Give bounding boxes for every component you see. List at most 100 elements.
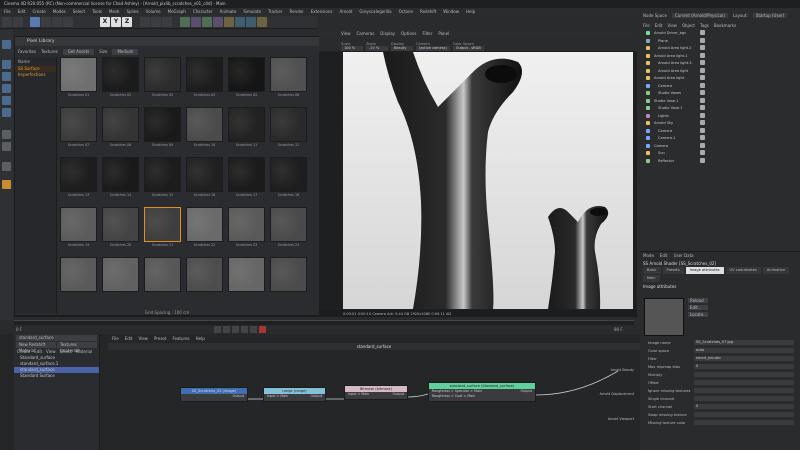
tree-item-selected[interactable]: SS Surface Imperfections bbox=[15, 66, 56, 77]
object-tag-icon[interactable] bbox=[700, 75, 705, 80]
object-row[interactable]: Arnold Driver_bgc bbox=[640, 30, 800, 36]
image-node[interactable]: SS_Scratches_02 (image) Output bbox=[180, 387, 248, 402]
roughness-coat-input[interactable]: Roughness > Coat > Main bbox=[432, 394, 475, 398]
subdivision-icon[interactable] bbox=[202, 17, 212, 27]
texture-thumbnail[interactable]: Scratches 13 bbox=[60, 157, 97, 198]
object-tag-icon[interactable] bbox=[700, 97, 705, 103]
texture-thumbnail[interactable]: Scratches 14 bbox=[102, 157, 139, 198]
texture-thumbnail[interactable]: Scratches 08 bbox=[102, 107, 139, 148]
attribute-value[interactable]: 0 bbox=[694, 364, 794, 369]
texture-thumbnail[interactable]: Scratches 17 bbox=[228, 157, 265, 198]
menu-item-animate[interactable]: Animate bbox=[220, 8, 237, 16]
redo-icon[interactable] bbox=[13, 17, 23, 27]
live-selection-icon[interactable] bbox=[30, 17, 40, 27]
render-image[interactable] bbox=[343, 52, 633, 309]
menu-item-spline[interactable]: Spline bbox=[126, 8, 138, 16]
texture-thumbnail[interactable]: Scratches 07 bbox=[60, 107, 97, 148]
attr-menu-user-data[interactable]: User Data bbox=[674, 252, 694, 260]
tab-image-attributes[interactable]: Image attributes bbox=[685, 267, 724, 274]
polygons-mode-icon[interactable] bbox=[2, 108, 11, 117]
viewport-menu-filter[interactable]: Filter bbox=[422, 30, 432, 37]
menu-item-redshift[interactable]: Redshift bbox=[420, 8, 436, 16]
attribute-value[interactable] bbox=[694, 380, 794, 385]
pen-icon[interactable] bbox=[191, 17, 201, 27]
roughness-specular-input[interactable]: Roughness > Specular > Main bbox=[432, 389, 482, 393]
menu-item-window[interactable]: Window bbox=[443, 8, 459, 16]
attribute-value[interactable]: SS_Scratches_07.jpg bbox=[694, 340, 794, 345]
standard-surface-node[interactable]: standard_surface (Standard_surface) Roug… bbox=[428, 382, 536, 402]
model-mode-icon[interactable] bbox=[2, 60, 11, 69]
range-node-output[interactable]: Output bbox=[311, 394, 322, 399]
object-tag-icon[interactable] bbox=[700, 142, 705, 148]
texture-thumbnail[interactable] bbox=[228, 257, 265, 298]
attribute-value[interactable] bbox=[694, 396, 794, 401]
attribute-value[interactable] bbox=[694, 388, 794, 393]
attr-menu-edit[interactable]: Edit bbox=[660, 252, 668, 260]
menu-item-help[interactable]: Help bbox=[466, 8, 475, 16]
texture-mode-icon[interactable] bbox=[2, 72, 11, 81]
material-item[interactable]: Standard Surface bbox=[14, 373, 99, 379]
object-tag-icon[interactable] bbox=[700, 30, 705, 35]
object-row[interactable]: Plane bbox=[640, 37, 800, 44]
deformer-icon[interactable] bbox=[224, 17, 234, 27]
menu-item-file[interactable]: File bbox=[4, 8, 11, 16]
attribute-value[interactable] bbox=[694, 372, 794, 377]
object-tag-icon[interactable] bbox=[700, 112, 705, 118]
tab-basic[interactable]: Basic bbox=[643, 267, 661, 274]
bitmask-node[interactable]: Bitmask (bitmask) Input > Main Output bbox=[344, 385, 408, 400]
object-row[interactable]: Arnold Area light.1 bbox=[640, 52, 800, 59]
object-menu-view[interactable]: View bbox=[667, 22, 677, 29]
texture-thumbnail[interactable] bbox=[60, 257, 97, 298]
snap-icon[interactable] bbox=[2, 142, 11, 151]
make-editable-icon[interactable] bbox=[2, 40, 11, 49]
tab-uv-coordinates[interactable]: UV coordinates bbox=[725, 267, 761, 274]
menu-item-volume[interactable]: Volume bbox=[146, 8, 161, 16]
menu-item-simulate[interactable]: Simulate bbox=[243, 8, 261, 16]
arnold-beauty-port[interactable]: Arnold Beauty bbox=[611, 368, 634, 372]
render-view-icon[interactable] bbox=[140, 17, 150, 27]
object-row[interactable]: Camera bbox=[640, 142, 800, 149]
cloner-icon[interactable] bbox=[213, 17, 223, 27]
object-row[interactable]: Studio Vase.1 bbox=[640, 97, 800, 104]
textures-button[interactable]: Textures (material) bbox=[57, 342, 97, 353]
tab-animation[interactable]: Animation bbox=[762, 267, 790, 274]
object-row[interactable]: Lights bbox=[640, 112, 800, 119]
object-tag-icon[interactable] bbox=[700, 82, 705, 88]
render-picture-viewer-icon[interactable] bbox=[151, 17, 161, 27]
object-row[interactable]: Arnold Area light.2 bbox=[640, 45, 800, 51]
menu-item-render[interactable]: Render bbox=[289, 8, 303, 16]
axis-icon[interactable] bbox=[2, 130, 11, 139]
object-row[interactable]: Camera bbox=[640, 127, 800, 134]
menu-item-tools[interactable]: Tools bbox=[92, 8, 102, 16]
object-tag-icon[interactable] bbox=[700, 135, 705, 140]
z-axis-button[interactable]: Z bbox=[122, 17, 132, 27]
texture-thumbnail[interactable]: Scratches 02 bbox=[102, 57, 139, 98]
viewport-field-value[interactable]: Beauty bbox=[391, 46, 413, 51]
object-tag-icon[interactable] bbox=[700, 120, 705, 125]
texture-thumbnail[interactable] bbox=[270, 257, 307, 298]
texture-thumbnail[interactable]: Scratches 20 bbox=[102, 207, 139, 248]
menu-item-greyscalegorilla[interactable]: Greyscalegorilla bbox=[359, 8, 391, 16]
object-row[interactable]: Arnold Area light.3 bbox=[640, 60, 800, 66]
texture-thumbnail[interactable]: Scratches 10 bbox=[186, 107, 223, 148]
attribute-value[interactable]: 0 bbox=[694, 404, 794, 409]
timeline-ruler[interactable] bbox=[14, 320, 634, 325]
texture-thumbnail[interactable] bbox=[186, 257, 223, 298]
object-row[interactable]: Studio Vases bbox=[640, 90, 800, 96]
object-tag-icon[interactable] bbox=[700, 150, 705, 155]
object-row[interactable]: Arnold Area light bbox=[640, 67, 800, 74]
object-menu-edit[interactable]: Edit bbox=[655, 22, 663, 29]
menu-item-mograph[interactable]: MoGraph bbox=[168, 8, 186, 16]
texture-thumbnail[interactable]: Scratches 18 bbox=[270, 157, 307, 198]
arnold-viewport-port[interactable]: Arnold Viewport bbox=[608, 417, 634, 421]
menu-item-extensions[interactable]: Extensions bbox=[311, 8, 333, 16]
get-assets-button[interactable]: Get Assets bbox=[62, 48, 95, 55]
image-node-output[interactable]: Output bbox=[233, 394, 244, 399]
object-menu-bookmarks[interactable]: Bookmarks bbox=[714, 22, 736, 29]
object-row[interactable]: Arnold Area light bbox=[640, 75, 800, 81]
object-tag-icon[interactable] bbox=[700, 45, 705, 50]
material-menu-material[interactable]: Material bbox=[76, 349, 92, 355]
menu-item-create[interactable]: Create bbox=[32, 8, 45, 16]
texture-thumbnail[interactable]: Scratches 23 bbox=[228, 207, 265, 248]
material-dropdown[interactable]: standard_surface bbox=[16, 335, 97, 341]
